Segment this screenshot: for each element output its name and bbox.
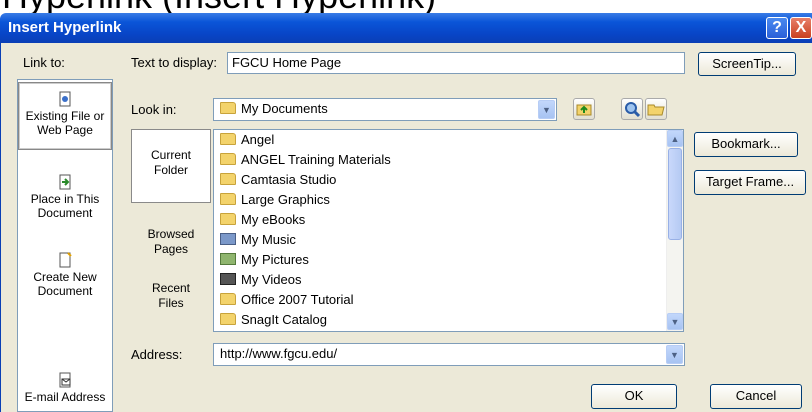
- insert-hyperlink-dialog: Link to: Existing File or Web Page Place…: [0, 43, 812, 412]
- list-item[interactable]: ANGEL Training Materials: [220, 150, 391, 170]
- look-in-select[interactable]: My Documents ▼: [213, 98, 557, 121]
- target-frame-button[interactable]: Target Frame...: [694, 170, 806, 195]
- link-email-line1: E-mail Address: [24, 390, 106, 404]
- link-existing-file[interactable]: Existing File or Web Page: [18, 82, 112, 150]
- folder-icon: [220, 193, 236, 205]
- list-item[interactable]: Camtasia Studio: [220, 170, 336, 190]
- browse-file-button[interactable]: [645, 98, 667, 120]
- list-item[interactable]: My Music: [220, 230, 296, 250]
- up-folder-button[interactable]: [573, 98, 595, 120]
- chevron-down-icon[interactable]: ▼: [666, 345, 683, 364]
- email-address-icon: [59, 372, 71, 388]
- bookmark-button[interactable]: Bookmark...: [694, 132, 798, 157]
- nav-browsed-line2: Pages: [153, 242, 189, 256]
- place-in-document-icon: [59, 174, 71, 190]
- folder-icon: [220, 173, 236, 185]
- file-name: My Pictures: [241, 252, 309, 267]
- nav-browsed-pages[interactable]: Browsed Pages: [131, 227, 211, 267]
- nav-current-folder[interactable]: Current Folder: [131, 129, 211, 203]
- window-title: Insert Hyperlink: [8, 19, 122, 36]
- look-in-value: My Documents: [241, 101, 328, 116]
- folder-icon: [220, 313, 236, 325]
- folder-icon: [220, 153, 236, 165]
- up-folder-icon: [576, 104, 592, 116]
- file-list-scrollbar[interactable]: ▲ ▼: [666, 130, 683, 331]
- nav-panel: Current Folder Browsed Pages Recent File…: [131, 129, 213, 351]
- file-name: Office 2007 Tutorial: [241, 292, 354, 307]
- nav-recent-files[interactable]: Recent Files: [131, 281, 211, 321]
- address-field[interactable]: http://www.fgcu.edu/ ▼: [213, 343, 685, 366]
- link-create-line1: Create New: [33, 270, 97, 284]
- chevron-down-icon[interactable]: ▼: [538, 100, 555, 119]
- videos-folder-icon: [220, 273, 236, 285]
- nav-recent-line1: Recent: [151, 281, 191, 295]
- address-value: http://www.fgcu.edu/: [220, 346, 338, 361]
- text-to-display-value: FGCU Home Page: [232, 55, 342, 70]
- scroll-up-icon[interactable]: ▲: [667, 130, 683, 147]
- music-folder-icon: [220, 233, 236, 245]
- link-create-line2: Document: [37, 284, 93, 298]
- scroll-down-icon[interactable]: ▼: [667, 313, 683, 330]
- file-name: My Music: [241, 232, 296, 247]
- list-item[interactable]: Large Graphics: [220, 190, 330, 210]
- file-name: My Videos: [241, 272, 302, 287]
- look-in-label: Look in:: [131, 102, 177, 117]
- nav-current-line1: Current: [150, 148, 191, 162]
- link-to-bar: Existing File or Web Page Place in This …: [17, 79, 113, 412]
- existing-file-icon: [59, 91, 71, 107]
- nav-browsed-line1: Browsed: [147, 227, 195, 241]
- link-existing-file-line1: Existing File or: [25, 109, 105, 123]
- link-place-line2: Document: [37, 206, 93, 220]
- pictures-folder-icon: [220, 253, 236, 265]
- folder-icon: [220, 133, 236, 145]
- file-name: My eBooks: [241, 212, 306, 227]
- folder-icon: [220, 213, 236, 225]
- title-bar: Insert Hyperlink ? X: [0, 13, 812, 43]
- file-name: Camtasia Studio: [241, 172, 337, 187]
- text-to-display-label: Text to display:: [131, 55, 217, 70]
- link-to-label: Link to:: [23, 55, 65, 70]
- list-item[interactable]: My Pictures: [220, 250, 309, 270]
- nav-current-line2: Folder: [153, 163, 188, 177]
- link-existing-file-line2: Web Page: [37, 123, 93, 137]
- open-folder-icon: [647, 104, 665, 116]
- list-item[interactable]: SnagIt Catalog: [220, 310, 327, 330]
- folder-icon: [220, 293, 236, 305]
- address-label: Address:: [131, 347, 183, 362]
- close-icon[interactable]: X: [790, 17, 812, 39]
- file-name: Angel: [241, 132, 275, 147]
- scroll-thumb[interactable]: [668, 148, 682, 240]
- link-create-new-document[interactable]: Create New Document: [18, 252, 112, 308]
- new-document-icon: [59, 252, 72, 268]
- file-name: ANGEL Training Materials: [241, 152, 391, 167]
- ok-button[interactable]: OK: [591, 384, 677, 409]
- list-item[interactable]: Angel: [220, 130, 274, 150]
- browse-web-icon: [625, 102, 641, 118]
- screentip-button[interactable]: ScreenTip...: [698, 52, 796, 76]
- list-item[interactable]: My eBooks: [220, 210, 305, 230]
- file-name: Large Graphics: [241, 192, 330, 207]
- link-place-line1: Place in This: [30, 192, 100, 206]
- browse-web-button[interactable]: [621, 98, 643, 120]
- folder-icon: [220, 102, 236, 114]
- help-button[interactable]: ?: [766, 17, 788, 39]
- list-item[interactable]: Office 2007 Tutorial: [220, 290, 354, 310]
- link-place-in-document[interactable]: Place in This Document: [18, 174, 112, 230]
- cancel-button[interactable]: Cancel: [710, 384, 802, 409]
- file-name: SnagIt Catalog: [241, 312, 328, 327]
- list-item[interactable]: My Videos: [220, 270, 301, 290]
- text-to-display-field[interactable]: FGCU Home Page: [227, 52, 685, 74]
- link-email-address[interactable]: E-mail Address: [18, 372, 112, 408]
- nav-recent-line2: Files: [158, 296, 184, 310]
- file-list[interactable]: Angel ANGEL Training Materials Camtasia …: [213, 129, 684, 332]
